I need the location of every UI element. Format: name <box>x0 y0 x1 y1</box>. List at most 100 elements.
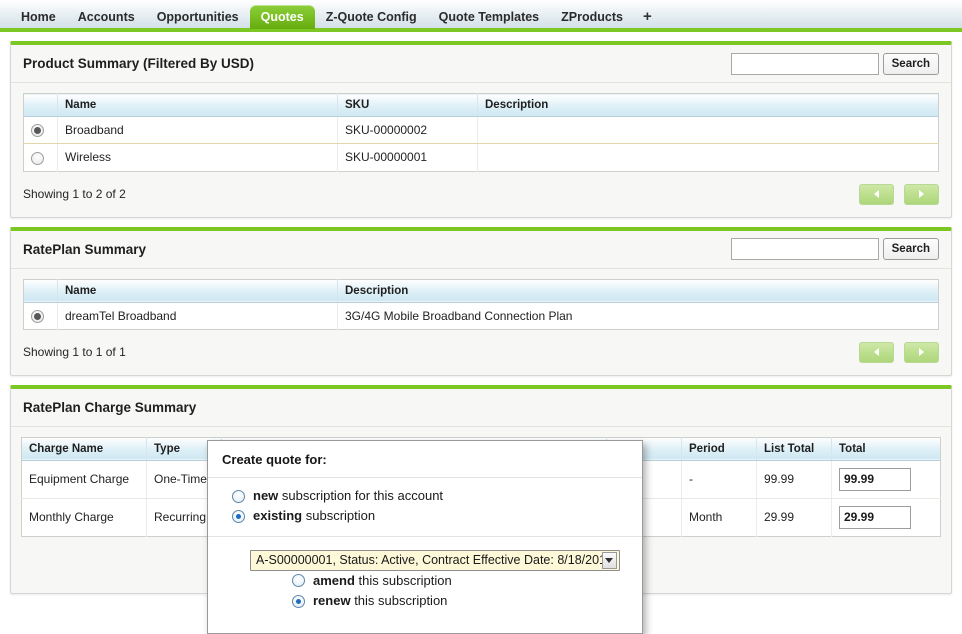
col-header-charge-name: Charge Name <box>22 437 147 460</box>
chevron-left-icon <box>874 348 879 356</box>
existing-subscription-label-bold: existing <box>253 508 302 523</box>
product-sku-cell: SKU-00000002 <box>338 117 478 144</box>
product-summary-title: Product Summary (Filtered By USD) <box>23 56 731 71</box>
rateplan-search-button[interactable]: Search <box>883 238 939 260</box>
tab-quote-templates[interactable]: Quote Templates <box>428 5 550 29</box>
charge-total-cell <box>832 460 941 498</box>
table-header-row: Name SKU Description <box>24 94 939 117</box>
tab-quotes[interactable]: Quotes <box>250 5 315 29</box>
new-subscription-label: new subscription for this account <box>253 489 443 503</box>
chevron-left-icon <box>874 190 879 198</box>
rateplan-summary-footer: Showing 1 to 1 of 1 <box>11 340 951 375</box>
renew-subscription-radio[interactable] <box>292 595 305 608</box>
renew-subscription-label: renew this subscription <box>313 594 447 608</box>
table-row[interactable]: Wireless SKU-00000001 <box>24 144 939 171</box>
rateplan-charge-summary-header: RatePlan Charge Summary <box>11 389 951 427</box>
charge-name-cell: Equipment Charge <box>22 460 147 498</box>
charge-total-input[interactable] <box>839 506 911 529</box>
product-search-button[interactable]: Search <box>883 53 939 75</box>
charge-period-cell: - <box>682 460 757 498</box>
col-header-sku: SKU <box>338 94 478 117</box>
rateplan-description-cell: 3G/4G Mobile Broadband Connection Plan <box>338 302 939 329</box>
product-summary-footer: Showing 1 to 2 of 2 <box>11 182 951 217</box>
quote-target-options: new subscription for this account existi… <box>208 478 642 537</box>
new-subscription-label-rest: subscription for this account <box>278 488 443 503</box>
charge-total-cell <box>832 498 941 536</box>
option-new-subscription[interactable]: new subscription for this account <box>222 486 628 506</box>
previous-page-button[interactable] <box>859 342 894 363</box>
amend-subscription-label-bold: amend <box>313 573 355 588</box>
col-header-name: Name <box>58 279 338 302</box>
previous-page-button[interactable] <box>859 184 894 205</box>
charge-list-total-cell: 99.99 <box>757 460 832 498</box>
product-search-input[interactable] <box>731 53 879 75</box>
product-summary-search-group: Search <box>731 53 939 75</box>
rateplan-summary-title: RatePlan Summary <box>23 242 731 257</box>
tab-accounts[interactable]: Accounts <box>67 5 146 29</box>
create-quote-modal-title: Create quote for: <box>208 441 642 478</box>
col-header-total: Total <box>832 437 941 460</box>
next-page-button[interactable] <box>904 184 939 205</box>
rateplan-summary-table: Name Description dreamTel Broadband 3G/4… <box>23 279 939 330</box>
rateplan-summary-body: Name Description dreamTel Broadband 3G/4… <box>11 269 951 340</box>
amend-subscription-label-rest: this subscription <box>355 573 452 588</box>
chevron-down-icon[interactable] <box>602 552 617 569</box>
table-row[interactable]: Broadband SKU-00000002 <box>24 117 939 144</box>
product-summary-table: Name SKU Description Broadband SKU-00000… <box>23 93 939 172</box>
product-name-cell: Broadband <box>58 117 338 144</box>
create-quote-modal: Create quote for: new subscription for t… <box>207 440 643 634</box>
product-summary-body: Name SKU Description Broadband SKU-00000… <box>11 83 951 182</box>
new-subscription-radio[interactable] <box>232 490 245 503</box>
product-row-radio[interactable] <box>31 124 44 137</box>
tab-zproducts[interactable]: ZProducts <box>550 5 634 29</box>
charge-total-input[interactable] <box>839 468 911 491</box>
product-row-radio[interactable] <box>31 152 44 165</box>
option-renew-subscription[interactable]: renew this subscription <box>222 591 628 611</box>
subscription-select-value: A-S00000001, Status: Active, Contract Ef… <box>251 553 602 567</box>
col-header-period: Period <box>682 437 757 460</box>
row-select-cell[interactable] <box>24 302 58 329</box>
product-summary-header: Product Summary (Filtered By USD) Search <box>11 45 951 83</box>
product-name-cell: Wireless <box>58 144 338 171</box>
existing-subscription-details: A-S00000001, Status: Active, Contract Ef… <box>208 537 642 634</box>
option-amend-subscription[interactable]: amend this subscription <box>222 571 628 591</box>
existing-subscription-label: existing subscription <box>253 509 375 523</box>
charge-list-total-cell: 29.99 <box>757 498 832 536</box>
rateplan-summary-showing-text: Showing 1 to 1 of 1 <box>23 345 859 359</box>
option-existing-subscription[interactable]: existing subscription <box>222 506 628 526</box>
chevron-right-icon <box>919 190 924 198</box>
table-row[interactable]: dreamTel Broadband 3G/4G Mobile Broadban… <box>24 302 939 329</box>
charge-period-cell: Month <box>682 498 757 536</box>
rateplan-summary-search-group: Search <box>731 238 939 260</box>
rateplan-charge-summary-title: RatePlan Charge Summary <box>23 400 939 415</box>
col-header-name: Name <box>58 94 338 117</box>
row-select-cell[interactable] <box>24 144 58 171</box>
col-header-select <box>24 94 58 117</box>
existing-subscription-radio[interactable] <box>232 510 245 523</box>
product-description-cell <box>478 144 939 171</box>
product-summary-showing-text: Showing 1 to 2 of 2 <box>23 187 859 201</box>
col-header-description: Description <box>478 94 939 117</box>
product-summary-panel: Product Summary (Filtered By USD) Search… <box>10 41 952 218</box>
tab-add-button[interactable]: + <box>634 5 661 29</box>
rateplan-name-cell: dreamTel Broadband <box>58 302 338 329</box>
existing-subscription-label-rest: subscription <box>302 508 375 523</box>
rateplan-summary-header: RatePlan Summary Search <box>11 231 951 269</box>
tab-home[interactable]: Home <box>10 5 67 29</box>
subscription-select[interactable]: A-S00000001, Status: Active, Contract Ef… <box>250 550 620 571</box>
row-select-cell[interactable] <box>24 117 58 144</box>
next-page-button[interactable] <box>904 342 939 363</box>
col-header-list-total: List Total <box>757 437 832 460</box>
rateplan-row-radio[interactable] <box>31 310 44 323</box>
product-sku-cell: SKU-00000001 <box>338 144 478 171</box>
amend-subscription-radio[interactable] <box>292 574 305 587</box>
amend-subscription-label: amend this subscription <box>313 574 452 588</box>
rateplan-search-input[interactable] <box>731 238 879 260</box>
main-tab-bar: HomeAccountsOpportunitiesQuotesZ-Quote C… <box>0 0 962 32</box>
tab-z-quote-config[interactable]: Z-Quote Config <box>315 5 428 29</box>
col-header-description: Description <box>338 279 939 302</box>
tab-opportunities[interactable]: Opportunities <box>146 5 250 29</box>
table-header-row: Name Description <box>24 279 939 302</box>
page-content: Product Summary (Filtered By USD) Search… <box>0 41 962 594</box>
chevron-right-icon <box>919 348 924 356</box>
